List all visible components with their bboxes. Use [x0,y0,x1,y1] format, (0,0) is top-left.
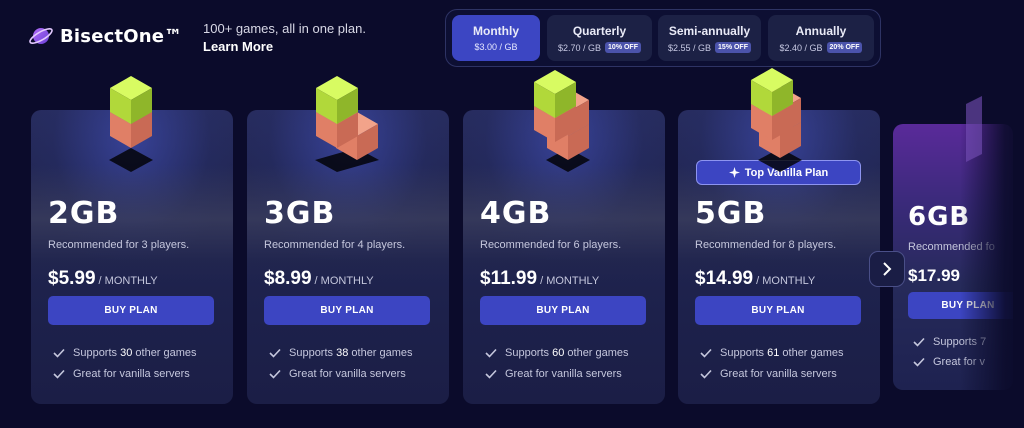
next-plans-button[interactable] [869,251,905,287]
cube-stack-4gb [534,70,590,172]
cube-stack-6gb [966,96,982,162]
chevron-right-icon [883,262,892,276]
cube-stack-5gb [751,68,802,172]
cube-stack-3gb [315,76,379,172]
plan-cube-illustrations [109,68,982,172]
cube-stack-2gb [109,76,153,172]
